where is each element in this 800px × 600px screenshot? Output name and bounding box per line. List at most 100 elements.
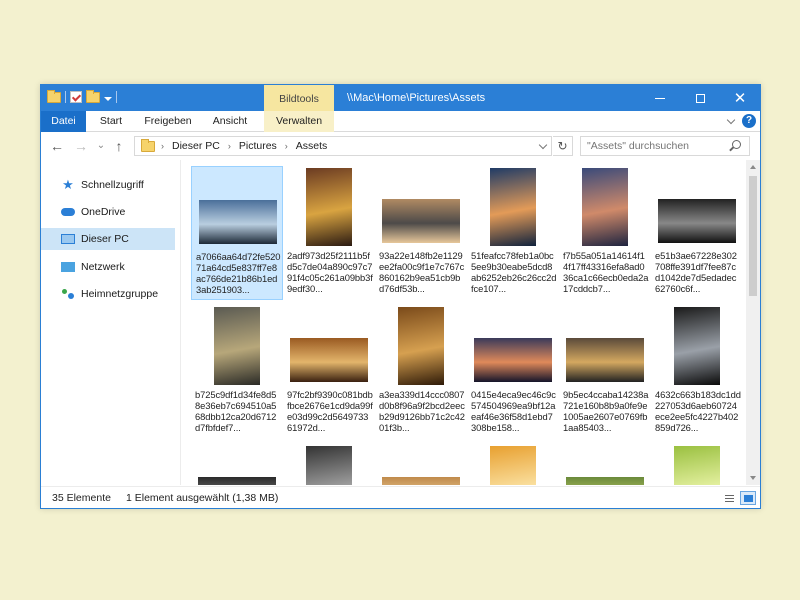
file-item[interactable] [651,444,743,485]
address-bar[interactable]: › Dieser PC › Pictures › Assets [134,136,552,156]
ribbon-tabs: Datei Start Freigeben Ansicht Verwalten … [41,111,760,132]
address-dropdown-button[interactable] [535,137,551,155]
maximize-icon [695,93,705,103]
details-view-button[interactable] [721,491,737,505]
image-thumbnail [198,477,276,485]
file-name: 0415e4eca9ec46c9c574504969ea9bf12aeaf46e… [471,389,556,433]
scroll-down-icon[interactable] [750,476,756,480]
window-controls: ✕ [640,85,760,111]
image-thumbnail [199,200,277,244]
image-thumbnail [582,168,628,246]
sidebar-item-heimnetzgruppe[interactable]: Heimnetzgruppe [41,283,175,305]
thumbnail-frame [283,444,375,485]
thumbnail-frame [559,444,651,485]
file-item[interactable]: f7b55a051a14614f14f17ff43316efa8ad036ca1… [559,166,651,300]
file-name: a3ea339d14ccc0807d0b8f96a9f2bcd2eecb29d9… [379,389,465,433]
file-item[interactable]: a3ea339d14ccc0807d0b8f96a9f2bcd2eecb29d9… [375,305,467,439]
file-name: 97fc2bf9390c081bdbfbce2676e1cd9da99fe03d… [287,389,373,433]
minimize-button[interactable] [640,85,680,111]
sidebar-item-label: Heimnetzgruppe [81,288,159,300]
tab-ansicht[interactable]: Ansicht [205,111,255,132]
selection-info: 1 Element ausgewählt (1,38 MB) [126,492,279,504]
file-item[interactable]: e51b3ae67228e302708ffe391df7fee87cd1042d… [651,166,743,300]
forward-button[interactable]: → [73,137,89,155]
file-name: f7b55a051a14614f14f17ff43316efa8ad036ca1… [563,250,649,294]
file-item[interactable]: 2adf973d25f2111b5fd5c7de04a890c97c791f4c… [283,166,375,300]
file-item[interactable] [191,444,283,485]
recent-locations-button[interactable]: ⌄ [93,137,109,155]
file-grid: a7066aa64d72fe52071a64cd5e837ff7e8ac766d… [189,160,745,485]
file-item[interactable]: 97fc2bf9390c081bdbfbce2676e1cd9da99fe03d… [283,305,375,439]
expand-ribbon-icon[interactable] [726,115,736,124]
breadcrumb-separator[interactable]: › [161,141,164,151]
tab-datei[interactable]: Datei [41,111,86,132]
image-thumbnail [306,446,352,485]
file-item[interactable]: 4632c663b183dc1dd227053d6aeb60724ece2ee5… [651,305,743,439]
refresh-button[interactable]: ↻ [553,136,573,156]
sidebar-item-schnellzugriff[interactable]: ★ Schnellzugriff [41,174,175,196]
thumbnail-frame [651,166,743,248]
sidebar-item-label: OneDrive [81,206,126,218]
ribbon-controls: ? [726,114,756,128]
file-item[interactable] [559,444,651,485]
new-folder-icon[interactable] [86,89,100,103]
folder-icon [47,89,61,103]
customize-toolbar-icon[interactable] [104,96,112,101]
breadcrumb-assets[interactable]: Assets [296,140,328,152]
back-button[interactable]: ← [49,137,65,155]
file-name: 9b5ec4ccaba14238a721e160b8b9a0fe9e1005ae… [563,389,649,433]
vertical-scrollbar[interactable] [746,160,760,485]
close-button[interactable]: ✕ [720,85,760,111]
breadcrumb-separator[interactable]: › [285,141,288,151]
image-thumbnail [398,307,444,385]
file-item[interactable]: 0415e4eca9ec46c9c574504969ea9bf12aeaf46e… [467,305,559,439]
image-thumbnail [658,199,736,243]
tab-start[interactable]: Start [89,111,133,132]
breadcrumb-separator[interactable]: › [228,141,231,151]
breadcrumb-dieser-pc[interactable]: Dieser PC [172,140,220,152]
folder-icon [141,138,155,152]
thumbnail-frame [375,166,467,248]
sidebar-item-onedrive[interactable]: OneDrive [41,201,175,223]
image-thumbnail [214,307,260,385]
file-name: 51feafcc78feb1a0bc5ee9b30eabe5dcd8ab6252… [471,250,557,294]
title-bar[interactable]: Bildtools \\Mac\Home\Pictures\Assets ✕ [41,85,760,111]
tab-verwalten[interactable]: Verwalten [264,111,334,132]
search-input[interactable] [580,136,750,156]
properties-icon[interactable] [70,91,82,103]
breadcrumb-pictures[interactable]: Pictures [239,140,277,152]
file-name: a7066aa64d72fe52071a64cd5e837ff7e8ac766d… [196,251,281,295]
image-thumbnail [674,446,720,485]
contextual-tab-header: Bildtools [264,85,334,111]
minimize-icon [655,97,665,99]
image-thumbnail [382,199,460,243]
thumbnail-frame [467,305,559,387]
up-button[interactable]: ↑ [111,137,127,155]
file-item[interactable]: b725c9df1d34fe8d58e36eb7c694510a568dbb12… [191,305,283,439]
file-item[interactable]: 9b5ec4ccaba14238a721e160b8b9a0fe9e1005ae… [559,305,651,439]
thumbnail-frame [559,166,651,248]
toolbar-separator [116,91,117,103]
image-thumbnail [382,477,460,485]
file-item[interactable]: a7066aa64d72fe52071a64cd5e837ff7e8ac766d… [191,166,283,300]
thumbnail-frame [651,305,743,387]
scrollbar-thumb[interactable] [749,176,757,296]
file-item[interactable] [467,444,559,485]
scroll-up-icon[interactable] [750,165,756,169]
search-icon[interactable] [732,140,741,149]
image-thumbnail [490,446,536,485]
file-item[interactable] [375,444,467,485]
sidebar-item-dieser-pc[interactable]: Dieser PC [41,228,175,250]
maximize-button[interactable] [680,85,720,111]
file-name: e51b3ae67228e302708ffe391df7fee87cd1042d… [655,250,737,294]
sidebar-item-netzwerk[interactable]: Netzwerk [41,256,175,278]
help-icon[interactable]: ? [742,114,756,128]
large-icons-view-button[interactable] [740,491,756,505]
file-item[interactable] [283,444,375,485]
image-thumbnail [566,477,644,485]
file-item[interactable]: 51feafcc78feb1a0bc5ee9b30eabe5dcd8ab6252… [467,166,559,300]
file-item[interactable]: 93a22e148fb2e1129ee2fa00c9f1e7c767c86016… [375,166,467,300]
tab-freigeben[interactable]: Freigeben [139,111,197,132]
large-icons-icon [744,495,753,502]
details-view-icon [725,495,734,496]
